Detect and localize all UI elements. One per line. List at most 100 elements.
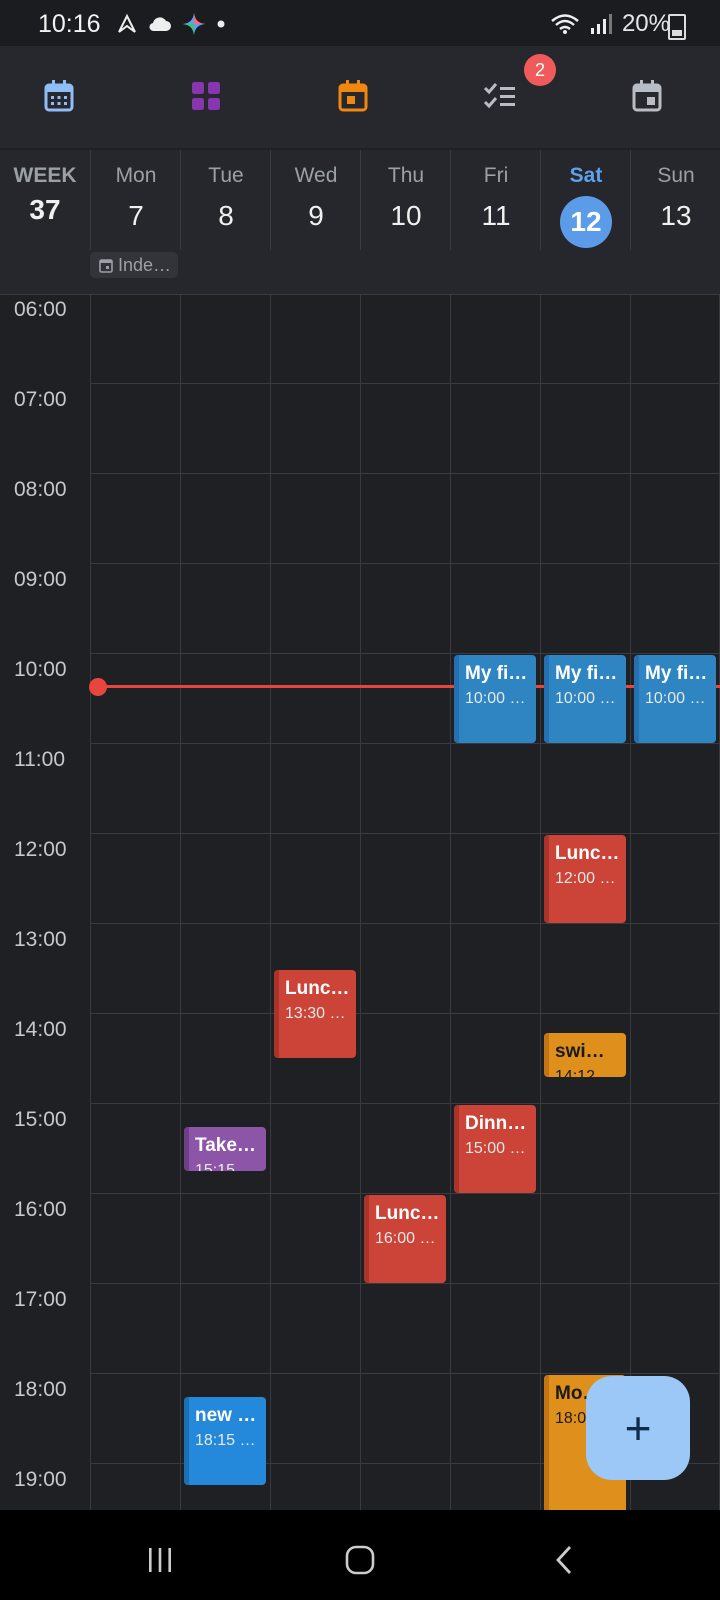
event-title: Lunc… — [285, 978, 350, 999]
home-button[interactable] — [340, 1540, 380, 1580]
day-divider — [270, 295, 271, 1510]
view-switcher-toolbar — [0, 46, 720, 148]
event-title: My fi… — [555, 663, 618, 684]
day-divider — [180, 295, 181, 1510]
day-header-thu[interactable]: Thu 10 — [360, 150, 451, 250]
hour-label: 19:00 — [14, 1468, 67, 1491]
event-time: 10:00 … — [555, 690, 616, 707]
event-time: 10:00 … — [465, 690, 526, 707]
day-header-fri[interactable]: Fri 11 — [450, 150, 541, 250]
day-name: Mon — [115, 164, 157, 187]
event-tue-take[interactable]: Take… 15:15 … — [184, 1127, 266, 1171]
day-name: Wed — [294, 164, 338, 187]
calendar-week-icon — [338, 80, 368, 112]
status-bar: 10:16 20% — [0, 0, 720, 46]
day-header-mon[interactable]: Mon 7 — [90, 150, 181, 250]
event-title: Lunc… — [375, 1203, 440, 1224]
event-thu-lunch[interactable]: Lunc… 16:00 … — [364, 1195, 446, 1283]
event-title: My fi… — [465, 663, 528, 684]
event-wed-lunch[interactable]: Lunc… 13:30 … — [274, 970, 356, 1058]
week-view-button[interactable] — [333, 74, 373, 118]
event-sat-lunch[interactable]: Lunc… 12:00 … — [544, 835, 626, 923]
day-name: Sat — [569, 164, 603, 187]
tasks-count-badge: 2 — [524, 54, 556, 86]
recent-apps-icon — [149, 1548, 171, 1572]
grid-icon — [192, 82, 220, 110]
hour-divider — [90, 1283, 720, 1284]
week-number: 37 — [29, 194, 61, 225]
event-time: 16:00 … — [375, 1230, 436, 1247]
day-divider — [450, 295, 451, 1510]
back-icon — [556, 1546, 572, 1574]
hour-divider — [90, 1193, 720, 1194]
hour-divider — [90, 1013, 720, 1014]
event-time: 15:00 … — [465, 1140, 526, 1157]
day-date: 8 — [218, 200, 234, 231]
status-notification-icons — [116, 12, 226, 36]
day-header-wed[interactable]: Wed 9 — [270, 150, 361, 250]
hour-label: 16:00 — [14, 1198, 67, 1221]
hour-label: 13:00 — [14, 928, 67, 951]
hour-label: 12:00 — [14, 838, 67, 861]
day-view-button[interactable] — [627, 74, 667, 118]
event-title: My fi… — [645, 663, 708, 684]
signal-icon — [590, 14, 612, 34]
status-time: 10:16 — [38, 10, 101, 38]
hour-divider — [90, 563, 720, 564]
cloud-icon — [149, 17, 171, 32]
calendar-month-icon — [44, 80, 74, 112]
event-sat-my-fi[interactable]: My fi… 10:00 … — [544, 655, 626, 743]
dot-icon — [217, 20, 225, 28]
event-time: 15:15 … — [195, 1162, 256, 1171]
event-title: Lunc… — [555, 843, 620, 864]
week-number-cell: WEEK 37 — [0, 150, 90, 226]
day-divider — [630, 295, 631, 1510]
event-title: new … — [195, 1405, 257, 1426]
tasks-view-button[interactable] — [480, 74, 520, 118]
day-header-tue[interactable]: Tue 8 — [180, 150, 271, 250]
event-title: Take… — [195, 1135, 256, 1156]
system-navigation-bar — [0, 1510, 720, 1600]
hour-label: 17:00 — [14, 1288, 67, 1311]
day-header-sun[interactable]: Sun 13 — [630, 150, 720, 250]
day-name: Tue — [208, 164, 244, 187]
status-system-icons: 20% — [550, 10, 670, 38]
hour-divider — [90, 473, 720, 474]
event-time: 10:00 … — [645, 690, 706, 707]
day-name: Sun — [657, 164, 695, 187]
recent-apps-button[interactable] — [140, 1540, 180, 1580]
battery-icon — [668, 14, 686, 40]
calendar-day-icon — [632, 80, 662, 112]
sparkle-icon — [183, 13, 205, 35]
hour-label: 09:00 — [14, 568, 67, 591]
event-fri-dinner[interactable]: Dinn… 15:00 … — [454, 1105, 536, 1193]
add-event-button[interactable]: + — [586, 1376, 690, 1480]
week-day-header: WEEK 37 Mon 7 Tue 8 Wed 9 Thu 10 Fri 11 … — [0, 150, 720, 295]
hour-divider — [90, 1373, 720, 1374]
day-date: 11 — [481, 200, 511, 231]
calendar-small-icon — [99, 258, 113, 273]
event-sun-my-fi[interactable]: My fi… 10:00 … — [634, 655, 716, 743]
arrow-app-icon — [118, 13, 136, 33]
event-sat-swim[interactable]: swi… 14:12 … — [544, 1033, 626, 1077]
day-name: Thu — [387, 164, 425, 187]
month-view-button[interactable] — [39, 74, 79, 118]
allday-event[interactable]: Inde… — [90, 252, 178, 278]
plus-icon: + — [624, 1402, 652, 1454]
event-time: 13:30 … — [285, 1005, 346, 1022]
hour-label: 11:00 — [14, 748, 65, 771]
week-time-grid[interactable]: 06:00 07:00 08:00 09:00 10:00 11:00 12:0… — [0, 295, 720, 1510]
week-label: WEEK — [13, 164, 77, 187]
checklist-icon — [483, 83, 515, 109]
event-title: Dinn… — [465, 1113, 527, 1134]
grid-view-button[interactable] — [186, 74, 226, 118]
day-header-sat-today[interactable]: Sat 12 — [540, 150, 631, 250]
hour-label: 08:00 — [14, 478, 67, 501]
back-button[interactable] — [545, 1540, 585, 1580]
event-fri-my-fi[interactable]: My fi… 10:00 … — [454, 655, 536, 743]
wifi-icon — [551, 14, 579, 34]
event-time: 14:12 … — [555, 1068, 616, 1077]
day-name: Fri — [483, 164, 509, 187]
event-tue-new[interactable]: new … 18:15 … — [184, 1397, 266, 1485]
day-divider — [90, 295, 91, 1510]
